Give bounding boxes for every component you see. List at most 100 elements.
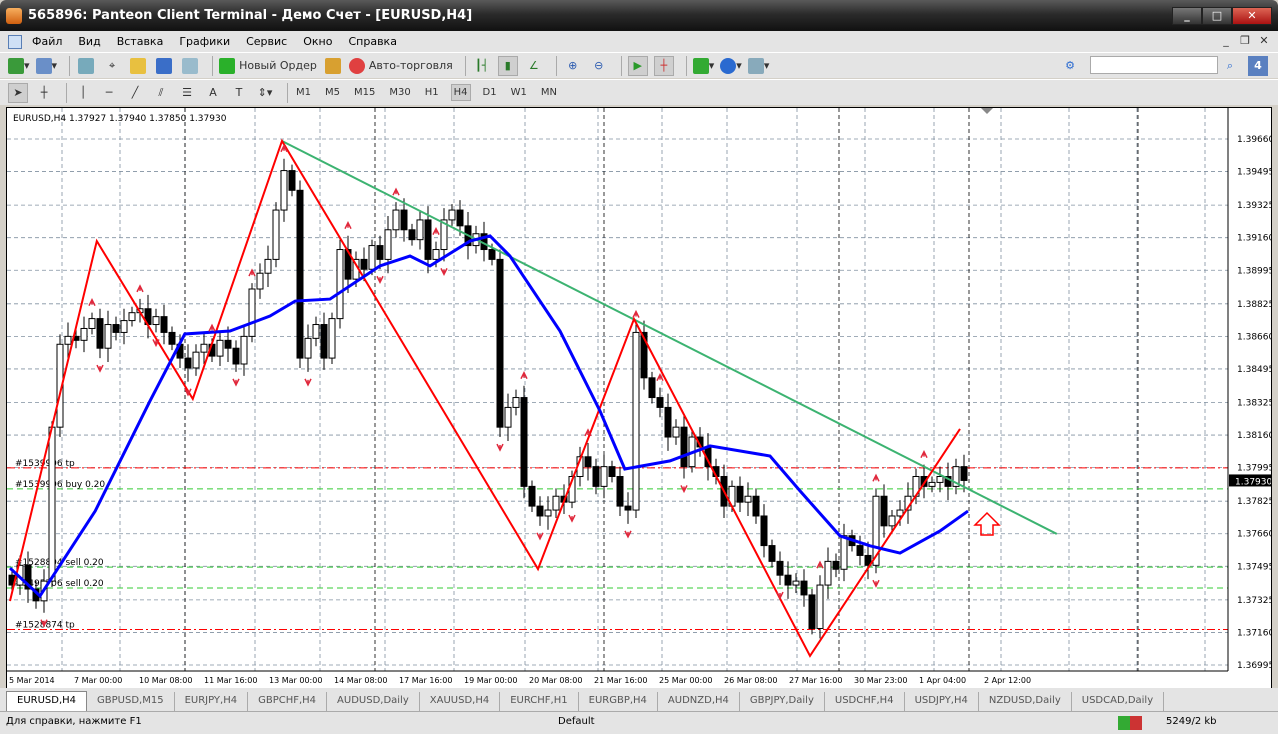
candle [288, 170, 296, 191]
profiles-button[interactable]: ▾ [35, 56, 57, 76]
menu-help[interactable]: Справка [348, 35, 396, 48]
chart-shift-button[interactable]: ┼ [653, 55, 674, 76]
timeframe-m30[interactable]: M30 [387, 85, 412, 100]
fractal-down-icon [568, 514, 576, 523]
timeframe-m1[interactable]: M1 [294, 85, 313, 100]
menu-insert[interactable]: Вставка [117, 35, 164, 48]
text-tool[interactable]: A [203, 83, 223, 103]
timeframe-d1[interactable]: D1 [481, 85, 499, 100]
fibonacci-tool[interactable]: ☰ [177, 83, 197, 103]
menu-window[interactable]: Окно [303, 35, 332, 48]
candlestick-button[interactable]: ▮ [497, 55, 518, 76]
trendline-tool[interactable]: ╱ [125, 83, 145, 103]
search-input[interactable] [1090, 56, 1218, 74]
chart-tab[interactable]: NZDUSD,Daily [979, 692, 1072, 711]
chart-window-icon[interactable] [8, 34, 22, 49]
chart-window[interactable]: #1539906 tp #1539906 buy 0.20 #1528804 sel… [6, 107, 1272, 689]
horizontal-line-tool[interactable]: ─ [99, 83, 119, 103]
chart-tab[interactable]: EURGBP,H4 [579, 692, 658, 711]
bar-chart-button[interactable]: ┃┤ [472, 56, 492, 76]
candle [632, 331, 640, 511]
fractal-up-icon [392, 187, 400, 196]
equidistant-channel-tool[interactable]: ⫽ [151, 83, 171, 103]
time-tick-label: 10 Mar 08:00 [139, 676, 192, 685]
chart-tab[interactable]: AUDUSD,Daily [327, 692, 420, 711]
autoscroll-button[interactable]: ▶ [627, 55, 648, 76]
timeframe-h1[interactable]: H1 [423, 85, 441, 100]
line-chart-button[interactable]: ∠ [524, 56, 544, 76]
chart-tab[interactable]: USDCHF,H4 [825, 692, 905, 711]
price-chart[interactable]: #1539906 tp#1539906 buy 0.20#1528804 sel… [7, 108, 1272, 689]
tester-button[interactable] [180, 56, 200, 76]
notifications-badge[interactable]: 4 [1248, 55, 1268, 76]
candle [80, 327, 88, 341]
chart-tab[interactable]: USDCAD,Daily [1072, 692, 1165, 711]
chart-tab[interactable]: GBPJPY,Daily [740, 692, 825, 711]
chart-tab[interactable]: GBPUSD,M15 [87, 692, 175, 711]
order-label: #1539906 buy 0.20 [15, 480, 105, 490]
candle [928, 481, 936, 487]
time-tick-label: 26 Mar 08:00 [724, 676, 777, 685]
menu-file[interactable]: Файл [32, 35, 62, 48]
search-button[interactable]: ⌕ [1220, 56, 1240, 76]
chart-shift-marker-icon[interactable] [981, 108, 993, 114]
minimize-button[interactable]: _ [1172, 7, 1202, 25]
candle [336, 249, 344, 320]
time-tick-label: 21 Mar 16:00 [594, 676, 647, 685]
market-watch-button[interactable] [76, 56, 96, 76]
close-button[interactable]: ✕ [1232, 7, 1272, 25]
chart-tab[interactable]: AUDNZD,H4 [658, 692, 740, 711]
zoom-out-button[interactable]: ⊖ [589, 56, 609, 76]
menu-view[interactable]: Вид [78, 35, 100, 48]
timeframe-w1[interactable]: W1 [509, 85, 529, 100]
vertical-line-tool[interactable]: │ [73, 83, 93, 103]
candle [664, 406, 672, 438]
mdi-restore-button[interactable]: ❐ [1237, 33, 1253, 49]
cursor-tool[interactable]: ➤ [8, 82, 28, 103]
autotrading-button[interactable]: Авто-торговля [348, 56, 453, 76]
menu-tools[interactable]: Сервис [246, 35, 287, 48]
price-tick-label: 1.38995 [1237, 266, 1272, 276]
fractal-down-icon [440, 268, 448, 277]
timeframe-m15[interactable]: M15 [352, 85, 377, 100]
metaeditor-button[interactable] [323, 56, 343, 76]
chart-tab[interactable]: GBPCHF,H4 [248, 692, 328, 711]
chart-tab[interactable]: USDJPY,H4 [905, 692, 979, 711]
zoom-in-button[interactable]: ⊕ [563, 56, 583, 76]
mdi-close-button[interactable]: ✕ [1256, 33, 1272, 49]
timeframe-mn[interactable]: MN [539, 85, 559, 100]
chart-tab[interactable]: EURUSD,H4 [6, 691, 88, 711]
candle [264, 258, 272, 274]
time-tick-label: 2 Apr 12:00 [984, 676, 1031, 685]
indicators-button[interactable]: ▾ [692, 56, 714, 76]
timeframe-h4[interactable]: H4 [450, 84, 471, 101]
templates-button[interactable]: ▾ [747, 56, 769, 76]
trendline[interactable] [281, 140, 1058, 535]
data-window-button[interactable]: ⌖ [102, 56, 122, 76]
chart-tab[interactable]: XAUUSD,H4 [420, 692, 501, 711]
arrows-tool[interactable]: ⇕▾ [255, 83, 275, 103]
new-chart-button[interactable]: ▾ [8, 56, 30, 76]
text-label-tool[interactable]: T [229, 83, 249, 103]
periods-button[interactable]: ▾ [720, 56, 742, 76]
time-tick-label: 13 Mar 00:00 [269, 676, 322, 685]
navigator-button[interactable] [128, 56, 148, 76]
candle [312, 324, 320, 339]
new-order-button[interactable]: Новый Ордер [219, 56, 317, 76]
maximize-button[interactable]: □ [1202, 7, 1232, 25]
fractal-down-icon [96, 364, 104, 373]
mdi-minimize-button[interactable]: _ [1218, 33, 1234, 49]
chart-tab[interactable]: EURJPY,H4 [175, 692, 249, 711]
time-tick-label: 14 Mar 08:00 [334, 676, 387, 685]
magnifier-doc-icon [182, 57, 199, 74]
fractal-up-icon [632, 309, 640, 318]
menu-charts[interactable]: Графики [179, 35, 230, 48]
crosshair-tool[interactable]: ┼ [34, 83, 54, 103]
fractal-up-icon [208, 323, 216, 332]
terminal-button[interactable] [154, 56, 174, 76]
settings-gear-button[interactable]: ⚙ [1060, 56, 1080, 76]
candle [824, 560, 832, 586]
timeframe-m5[interactable]: M5 [323, 85, 342, 100]
candle [160, 316, 168, 333]
chart-tab[interactable]: EURCHF,H1 [500, 692, 579, 711]
